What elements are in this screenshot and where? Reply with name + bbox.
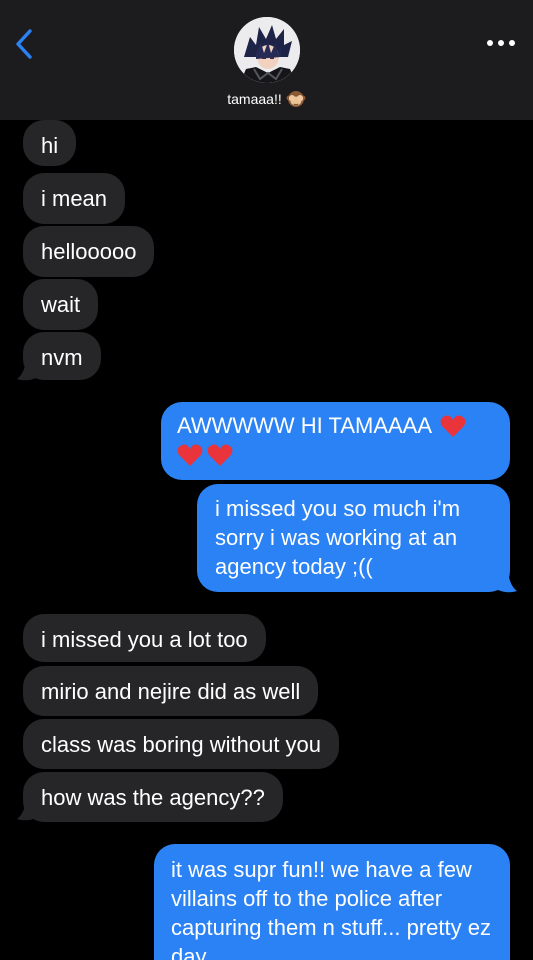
- message-text: it was supr fun!! we have a few villains…: [171, 857, 491, 960]
- back-button[interactable]: [6, 24, 42, 64]
- message-text: mirio and nejire did as well: [41, 679, 301, 704]
- chevron-left-icon: [16, 29, 32, 59]
- message-text: hellooooo: [41, 239, 137, 264]
- contact-name: tamaaa!!: [227, 91, 282, 107]
- incoming-message[interactable]: class was boring without you: [23, 719, 340, 769]
- incoming-message[interactable]: mirio and nejire did as well: [23, 666, 319, 716]
- message-text: nvm: [41, 345, 83, 370]
- avatar[interactable]: [234, 17, 300, 83]
- incoming-message[interactable]: wait: [23, 279, 99, 330]
- message-text: wait: [41, 292, 81, 317]
- more-options-dot: [498, 40, 504, 46]
- message-text: class was boring without you: [41, 732, 322, 757]
- heart-icon: [440, 415, 466, 437]
- bubble-tail: [498, 572, 517, 593]
- incoming-message[interactable]: i missed you a lot too: [23, 614, 266, 662]
- bubble-tail: [17, 800, 36, 821]
- message-thread[interactable]: hi i mean hellooooo wait nvm AWWWWW HI T…: [0, 120, 533, 960]
- incoming-message[interactable]: how was the agency??: [23, 772, 283, 822]
- more-options-dot: [509, 40, 515, 46]
- messages-screen: tamaaa!! hi i mean hellooooo wait nvm AW…: [0, 0, 533, 960]
- heart-icon: [207, 444, 233, 466]
- incoming-message[interactable]: hellooooo: [23, 226, 155, 277]
- message-text: i missed you so much i'm sorry i was wor…: [215, 496, 461, 579]
- outgoing-message[interactable]: AWWWWW HI TAMAAAA: [161, 402, 510, 480]
- outgoing-message[interactable]: i missed you so much i'm sorry i was wor…: [197, 484, 510, 592]
- bubble-tail: [17, 360, 36, 381]
- message-text: i missed you a lot too: [41, 627, 248, 652]
- contact-photo-icon: [234, 17, 300, 83]
- heart-icon: [177, 444, 203, 466]
- see-no-evil-monkey-icon: [286, 91, 306, 107]
- conversation-header: tamaaa!!: [0, 0, 533, 120]
- more-options-dot: [487, 40, 493, 46]
- message-text: hi: [41, 133, 59, 158]
- outgoing-message[interactable]: it was supr fun!! we have a few villains…: [154, 844, 510, 960]
- message-text: how was the agency??: [41, 785, 265, 810]
- incoming-message[interactable]: i mean: [23, 173, 126, 224]
- contact-name-button[interactable]: tamaaa!!: [0, 88, 533, 110]
- more-options-button[interactable]: [481, 28, 521, 58]
- message-text: i mean: [41, 186, 108, 211]
- message-text: AWWWWW HI TAMAAAA: [177, 413, 433, 438]
- incoming-message[interactable]: hi: [23, 120, 77, 166]
